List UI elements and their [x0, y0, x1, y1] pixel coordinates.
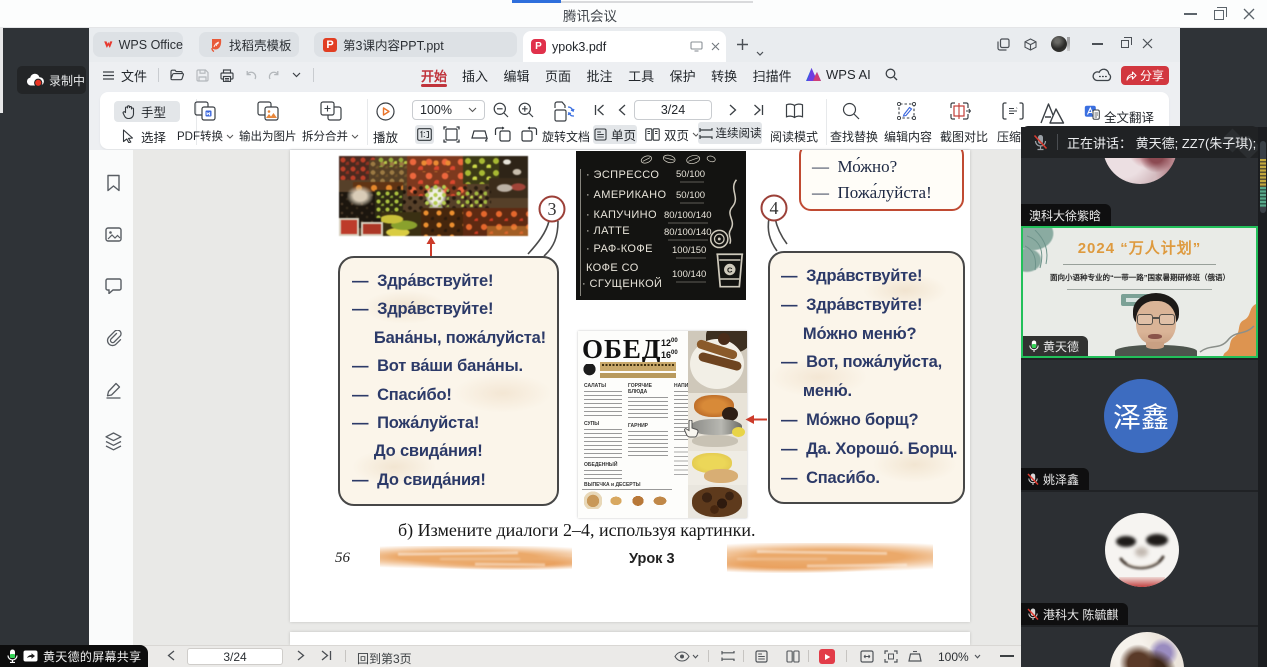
svg-text:3: 3 — [548, 199, 557, 219]
svg-text:4: 4 — [770, 198, 779, 218]
svg-text:C: C — [727, 265, 733, 274]
